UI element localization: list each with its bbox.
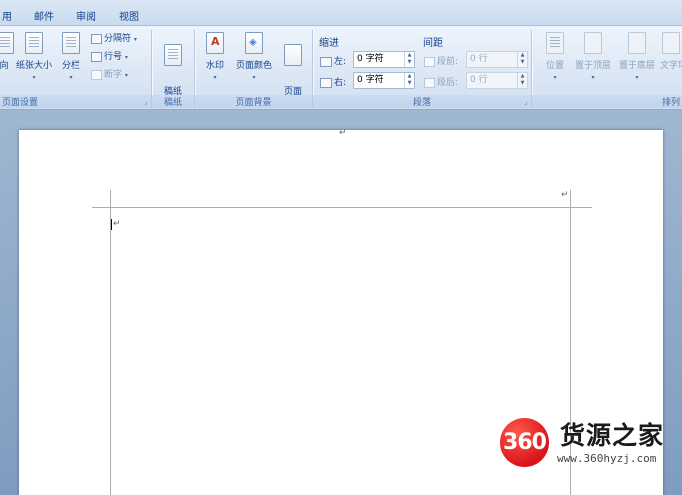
draft-settings-button[interactable]: 稿纸 设置 bbox=[157, 32, 189, 122]
bring-to-front-button[interactable]: 置于顶层 ▾ bbox=[572, 32, 614, 84]
text-boundary-left bbox=[110, 190, 111, 495]
spacing-before-input[interactable]: 0 行 ▲ ▼ bbox=[466, 51, 528, 68]
watermark-button[interactable]: A 水印 ▾ bbox=[201, 32, 229, 84]
page-background-group-label: 页面背景 bbox=[195, 95, 312, 108]
watermark-label: 水印 bbox=[205, 61, 224, 71]
indent-right-spinner-icon[interactable]: ▲ ▼ bbox=[404, 73, 414, 88]
bring-to-front-icon bbox=[584, 32, 602, 54]
paragraph-mark-body: ↵ bbox=[113, 219, 121, 229]
arrange-group-label: 排列 bbox=[532, 95, 682, 108]
group-page-setup: 向 纸张大小 ▾ 分栏 ▾ 分隔符 ▾ 行号 ▾ 断字 ▾ 页面设置 ⌟ bbox=[0, 26, 151, 110]
paper-size-label: 纸张大小 bbox=[15, 61, 52, 71]
orientation-label: 向 bbox=[0, 61, 9, 71]
paragraph-group-label: 段落 bbox=[313, 95, 531, 108]
send-to-back-label: 置于底层 bbox=[618, 61, 655, 71]
tab-view[interactable]: 视图 bbox=[119, 8, 139, 23]
tab-mailings[interactable]: 邮件 bbox=[34, 8, 54, 23]
page-border-button[interactable]: 页面 边框 bbox=[279, 32, 307, 122]
line-numbers-label: 行号 bbox=[104, 52, 123, 62]
spacing-before-spinner-icon[interactable]: ▲ ▼ bbox=[517, 52, 527, 67]
group-arrange: 位置 ▾ 置于顶层 ▾ 置于底层 ▾ 文字环 排列 bbox=[532, 26, 682, 110]
spacing-after-label: 段后: bbox=[424, 75, 458, 88]
position-label: 位置 bbox=[545, 61, 564, 71]
ribbon: 向 纸张大小 ▾ 分栏 ▾ 分隔符 ▾ 行号 ▾ 断字 ▾ 页面设置 ⌟ 稿纸 … bbox=[0, 26, 682, 110]
paper-size-icon bbox=[25, 32, 43, 54]
paragraph-launcher-icon[interactable]: ⌟ bbox=[524, 99, 527, 106]
paragraph-mark-top-right: ↵ bbox=[561, 190, 569, 200]
columns-label: 分栏 bbox=[61, 61, 80, 71]
page-color-label: 页面颜色 bbox=[235, 61, 272, 71]
breaks-label: 分隔符 bbox=[104, 34, 132, 44]
line-numbers-icon bbox=[91, 51, 102, 62]
tab-layout[interactable]: 用 bbox=[2, 8, 12, 23]
tab-review[interactable]: 审阅 bbox=[76, 8, 96, 23]
group-paragraph: 缩进 左: 0 字符 ▲ ▼ 右: 0 字符 ▲ ▼ 间距 段前: 0 行 ▲ ▼ 段… bbox=[313, 26, 531, 110]
spacing-after-input[interactable]: 0 行 ▲ ▼ bbox=[466, 72, 528, 89]
logo-360-icon: 360 bbox=[500, 418, 549, 467]
text-wrap-icon bbox=[662, 32, 680, 54]
indent-header: 缩进 bbox=[319, 38, 339, 49]
paper-size-button[interactable]: 纸张大小 ▾ bbox=[14, 32, 54, 84]
indent-right-label: 右: bbox=[320, 75, 346, 88]
spacing-before-label: 段前: bbox=[424, 54, 458, 67]
hyphenation-label: 断字 bbox=[104, 70, 123, 80]
text-boundary-top bbox=[92, 207, 592, 208]
breaks-button[interactable]: 分隔符 ▾ bbox=[91, 31, 137, 44]
indent-right-icon bbox=[320, 77, 332, 88]
bring-to-front-label: 置于顶层 bbox=[574, 61, 611, 71]
position-button[interactable]: 位置 ▾ bbox=[542, 32, 568, 84]
orientation-button[interactable]: 向 bbox=[0, 32, 14, 72]
position-icon bbox=[546, 32, 564, 54]
draft-group-label: 稿纸 bbox=[152, 95, 194, 108]
orientation-icon bbox=[0, 32, 14, 54]
send-to-back-icon bbox=[628, 32, 646, 54]
page-border-icon bbox=[284, 44, 302, 66]
page-setup-launcher-icon[interactable]: ⌟ bbox=[144, 99, 147, 106]
indent-left-icon bbox=[320, 56, 332, 67]
spacing-after-icon bbox=[424, 77, 435, 88]
watermark-url: www.360hyzj.com bbox=[557, 452, 657, 465]
columns-icon bbox=[62, 32, 80, 54]
text-wrap-label: 文字环 bbox=[660, 61, 682, 71]
page-color-button[interactable]: ◈ 页面颜色 ▾ bbox=[233, 32, 275, 84]
indent-left-spinner-icon[interactable]: ▲ ▼ bbox=[404, 52, 414, 67]
line-numbers-button[interactable]: 行号 ▾ bbox=[91, 49, 128, 62]
group-draft: 稿纸 设置 稿纸 bbox=[152, 26, 194, 110]
draft-paper-icon bbox=[164, 44, 182, 66]
indent-left-label: 左: bbox=[320, 54, 346, 67]
ribbon-tab-strip: 用 邮件 审阅 视图 bbox=[0, 0, 682, 26]
watermark-icon: A bbox=[206, 32, 224, 54]
hyphenation-button[interactable]: 断字 ▾ bbox=[91, 67, 128, 80]
breaks-icon bbox=[91, 33, 102, 44]
indent-right-input[interactable]: 0 字符 ▲ ▼ bbox=[353, 72, 415, 89]
columns-button[interactable]: 分栏 ▾ bbox=[58, 32, 84, 84]
group-page-background: A 水印 ▾ ◈ 页面颜色 ▾ 页面 边框 页面背景 bbox=[195, 26, 312, 110]
page-color-icon: ◈ bbox=[245, 32, 263, 54]
hyphenation-icon bbox=[91, 69, 102, 80]
text-wrap-button[interactable]: 文字环 bbox=[660, 32, 682, 72]
send-to-back-button[interactable]: 置于底层 ▾ bbox=[616, 32, 658, 84]
spacing-after-spinner-icon[interactable]: ▲ ▼ bbox=[517, 73, 527, 88]
spacing-header: 间距 bbox=[423, 38, 443, 49]
indent-left-input[interactable]: 0 字符 ▲ ▼ bbox=[353, 51, 415, 68]
spacing-before-icon bbox=[424, 56, 435, 67]
paragraph-mark-header: ↵ bbox=[339, 128, 347, 138]
page-setup-group-label: 页面设置 bbox=[0, 95, 151, 108]
watermark-title: 货源之家 bbox=[560, 421, 665, 450]
text-cursor bbox=[111, 219, 112, 230]
